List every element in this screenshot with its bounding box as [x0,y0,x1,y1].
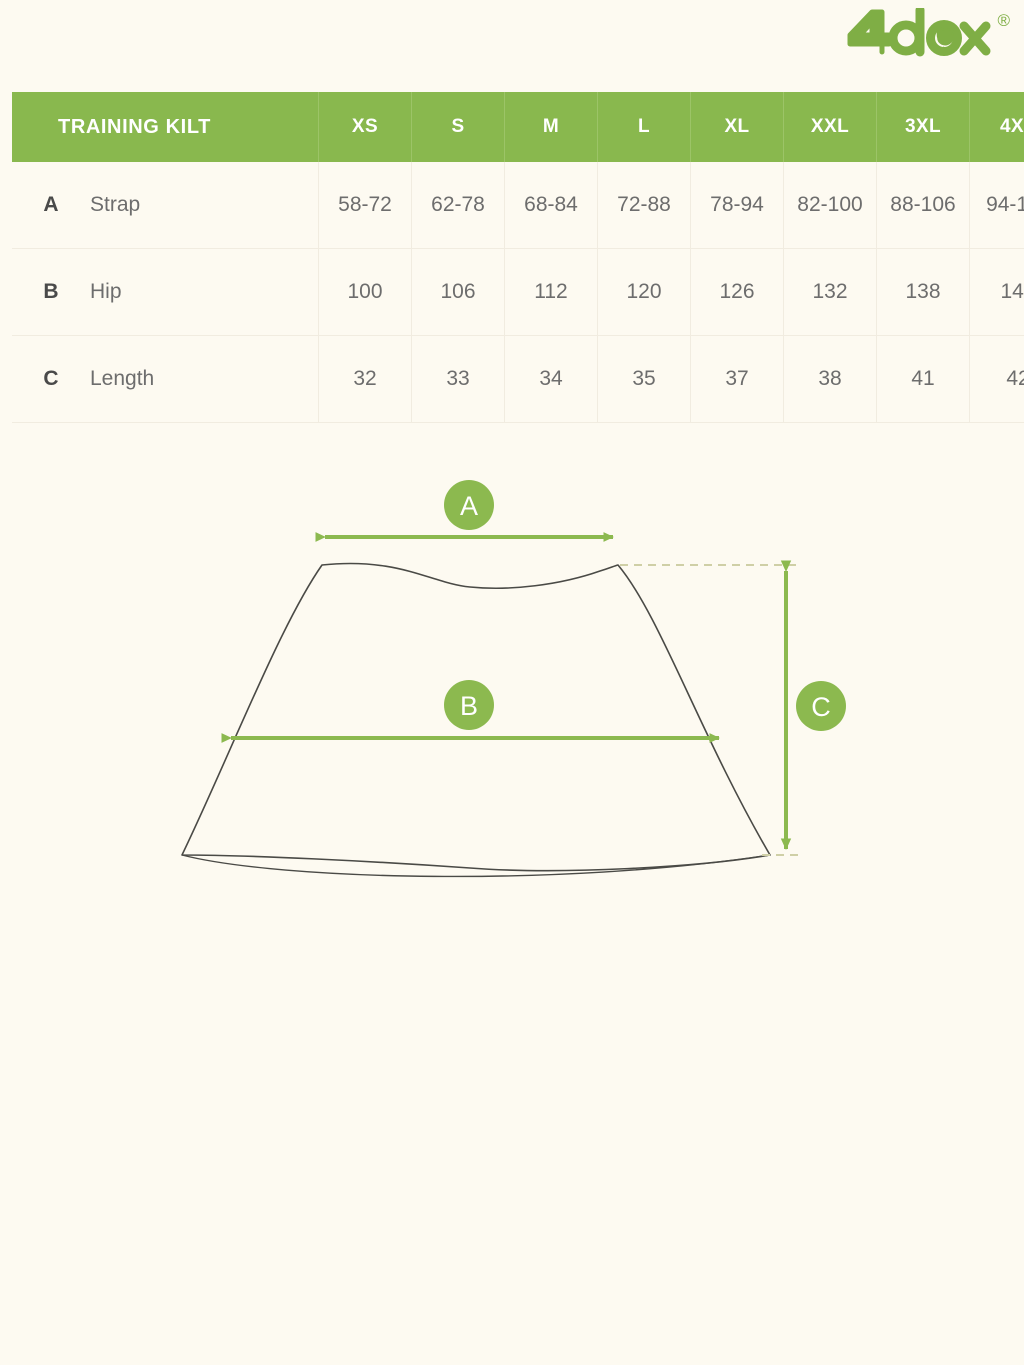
row-name: Hip [90,280,122,303]
cell-hip-xs: 100 [318,248,412,336]
cell-length-xs: 32 [318,335,412,423]
measurement-diagram: A B C [0,455,1024,915]
table-header-row: TRAINING KILT XS S M L XL XXL 3XL 4XL [12,92,1024,162]
badge-a: A [444,480,494,530]
table-row: C Length 32 33 34 35 37 38 41 42 [12,335,1024,423]
size-column-m: M [504,92,598,162]
table-body: A Strap 58-72 62-78 68-84 72-88 78-94 82… [12,162,1024,423]
table-title-cell: TRAINING KILT [12,92,319,162]
size-chart-table: TRAINING KILT XS S M L XL XXL 3XL 4XL A … [12,92,1024,423]
badge-b: B [444,680,494,730]
table-row: B Hip 100 106 112 120 126 132 138 144 [12,248,1024,336]
table-row: A Strap 58-72 62-78 68-84 72-88 78-94 82… [12,162,1024,249]
size-column-xl: XL [690,92,784,162]
table-header: TRAINING KILT XS S M L XL XXL 3XL 4XL [12,92,1024,162]
cell-strap-s: 62-78 [411,162,505,249]
logo-letter-d [888,8,925,57]
cell-hip-4xl: 144 [969,248,1024,336]
cell-strap-l: 72-88 [597,162,691,249]
cell-hip-m: 112 [504,248,598,336]
row-letter: A [43,193,59,216]
badge-a-label: A [460,491,478,521]
brand-logo-wordmark [847,8,991,57]
row-label-length: C Length [12,335,319,423]
cell-length-xxl: 38 [783,335,877,423]
size-column-l: L [597,92,691,162]
cell-strap-4xl: 94-112 [969,162,1024,249]
cell-strap-xxl: 82-100 [783,162,877,249]
size-column-s: S [411,92,505,162]
cell-length-4xl: 42 [969,335,1024,423]
cell-length-s: 33 [411,335,505,423]
cell-length-l: 35 [597,335,691,423]
cell-hip-3xl: 138 [876,248,970,336]
badge-b-label: B [460,691,478,721]
brand-logo: ® [846,8,1010,64]
row-letter: C [43,367,59,390]
logo-letter-x [959,21,991,56]
row-label-hip: B Hip [12,248,319,336]
size-column-xxl: XXL [783,92,877,162]
row-name: Length [90,367,155,390]
row-letter: B [43,280,59,303]
row-name: Strap [90,193,141,216]
badge-c-label: C [811,692,831,722]
cell-length-3xl: 41 [876,335,970,423]
kilt-diagram-svg: A B C [181,480,846,878]
registered-trademark-icon: ® [997,11,1010,30]
size-column-3xl: 3XL [876,92,970,162]
cell-strap-xs: 58-72 [318,162,412,249]
size-column-4xl: 4XL [969,92,1024,162]
size-column-xs: XS [318,92,412,162]
cell-hip-xxl: 132 [783,248,877,336]
row-label-strap: A Strap [12,162,319,249]
cell-hip-s: 106 [411,248,505,336]
cell-strap-m: 68-84 [504,162,598,249]
cell-length-xl: 37 [690,335,784,423]
badge-c: C [796,681,846,731]
cell-hip-l: 120 [597,248,691,336]
cell-strap-xl: 78-94 [690,162,784,249]
dog-head-icon [926,20,963,56]
cell-length-m: 34 [504,335,598,423]
cell-strap-3xl: 88-106 [876,162,970,249]
cell-hip-xl: 126 [690,248,784,336]
